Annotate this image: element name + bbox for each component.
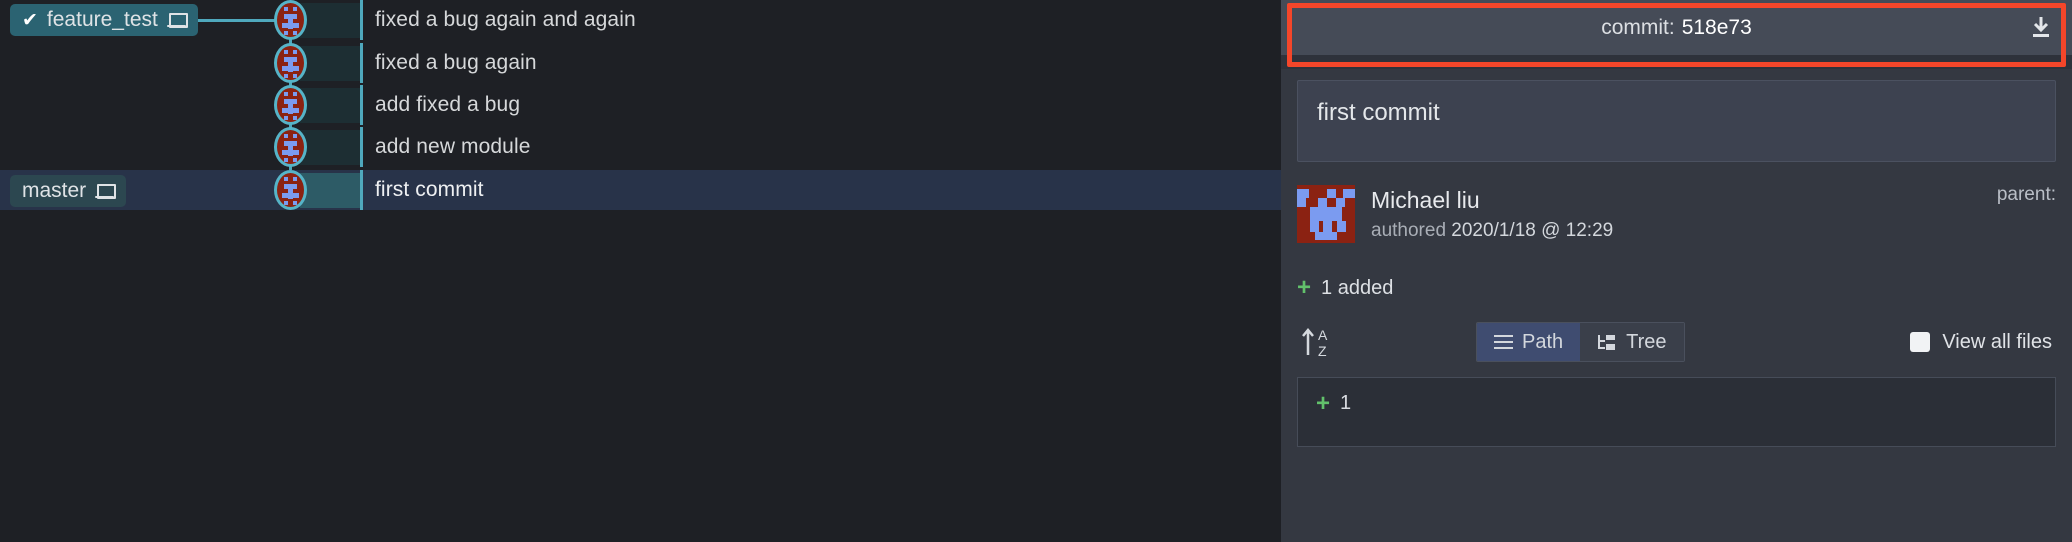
- authored-date: authored 2020/1/18 @ 12:29: [1371, 220, 1613, 242]
- graph-divider: [360, 127, 363, 167]
- commit-graph-panel: fixed a bug again and again fixed a bug …: [0, 0, 1281, 542]
- laptop-icon: [166, 12, 188, 28]
- tab-tree[interactable]: Tree: [1580, 323, 1684, 361]
- authored-timestamp: 2020/1/18 @ 12:29: [1451, 219, 1614, 241]
- checkbox[interactable]: [1910, 332, 1931, 352]
- commit-message-text: first commit: [1317, 99, 1440, 126]
- graph-cell: [300, 3, 360, 38]
- commit-label: commit:: [1601, 15, 1675, 39]
- svg-text:Z: Z: [1318, 343, 1327, 359]
- commit-node-avatar[interactable]: [274, 170, 307, 210]
- commit-message: fixed a bug again: [375, 51, 537, 74]
- commit-detail-panel: commit: 518e73 first commit Michael liu …: [1281, 0, 2072, 542]
- header-strip: [1281, 55, 2072, 69]
- commit-row[interactable]: add fixed a bug: [0, 85, 1281, 125]
- commit-message-box[interactable]: first commit: [1297, 80, 2056, 162]
- parent-label: parent:: [1996, 184, 2056, 205]
- tab-path[interactable]: Path: [1477, 323, 1581, 361]
- changes-summary-text: 1 added: [1321, 276, 1394, 299]
- graph-cell: [300, 88, 360, 123]
- file-name: 1: [1340, 392, 1352, 414]
- list-icon: [1494, 335, 1513, 349]
- selected-row-fill: [361, 170, 1281, 210]
- laptop-icon: [95, 183, 117, 199]
- check-icon: ✔: [22, 9, 38, 31]
- plus-icon: +: [1316, 390, 1331, 417]
- commit-row[interactable]: fixed a bug again: [0, 43, 1281, 83]
- tab-tree-label: Tree: [1626, 330, 1667, 353]
- sort-alpha-asc-icon[interactable]: A Z: [1300, 325, 1338, 359]
- branch-chip-feature-test[interactable]: ✔ feature_test: [10, 4, 198, 36]
- file-list[interactable]: + 1: [1297, 377, 2056, 447]
- download-icon[interactable]: [2030, 16, 2052, 40]
- author-row: Michael liu authored 2020/1/18 @ 12:29 p…: [1297, 184, 2056, 244]
- commit-hash: 518e73: [1681, 15, 1752, 39]
- changes-summary: + 1 added: [1297, 276, 2072, 300]
- branch-chip-master[interactable]: master: [10, 175, 127, 207]
- graph-cell: [300, 173, 360, 208]
- view-mode-toggle: Path Tree: [1476, 322, 1685, 362]
- author-meta: Michael liu authored 2020/1/18 @ 12:29: [1371, 187, 1613, 242]
- branch-name: master: [22, 179, 87, 202]
- svg-text:A: A: [1318, 327, 1328, 343]
- commit-node-avatar[interactable]: [274, 0, 307, 40]
- author-name: Michael liu: [1371, 186, 1480, 213]
- file-toolbar: A Z Path Tree View all files: [1281, 316, 2072, 368]
- graph-cell: [300, 46, 360, 81]
- commit-message: add fixed a bug: [375, 93, 521, 116]
- commit-node-avatar[interactable]: [274, 43, 307, 83]
- graph-divider: [360, 43, 363, 83]
- identicon-avatar: [1297, 185, 1355, 243]
- commit-message: fixed a bug again and again: [375, 8, 636, 31]
- graph-divider: [360, 85, 363, 125]
- commit-message: add new module: [375, 135, 531, 158]
- git-client-window: fixed a bug again and again fixed a bug …: [0, 0, 2072, 542]
- commit-node-avatar[interactable]: [274, 127, 307, 167]
- commit-row[interactable]: add new module: [0, 127, 1281, 167]
- graph-cell: [300, 130, 360, 165]
- branch-name: feature_test: [46, 8, 158, 31]
- commit-node-avatar[interactable]: [274, 85, 307, 125]
- commit-hash-header[interactable]: commit: 518e73: [1281, 0, 2072, 55]
- graph-divider: [360, 0, 363, 40]
- commit-row-selected[interactable]: first commit: [0, 170, 1281, 210]
- plus-icon: +: [1297, 274, 1312, 301]
- tree-icon: [1597, 334, 1617, 351]
- commit-message: first commit: [375, 178, 484, 201]
- tab-path-label: Path: [1522, 330, 1564, 353]
- view-all-files-label: View all files: [1942, 330, 2052, 353]
- graph-divider: [360, 170, 363, 210]
- view-all-files-toggle[interactable]: View all files: [1910, 331, 2052, 354]
- authored-label: authored: [1371, 219, 1447, 241]
